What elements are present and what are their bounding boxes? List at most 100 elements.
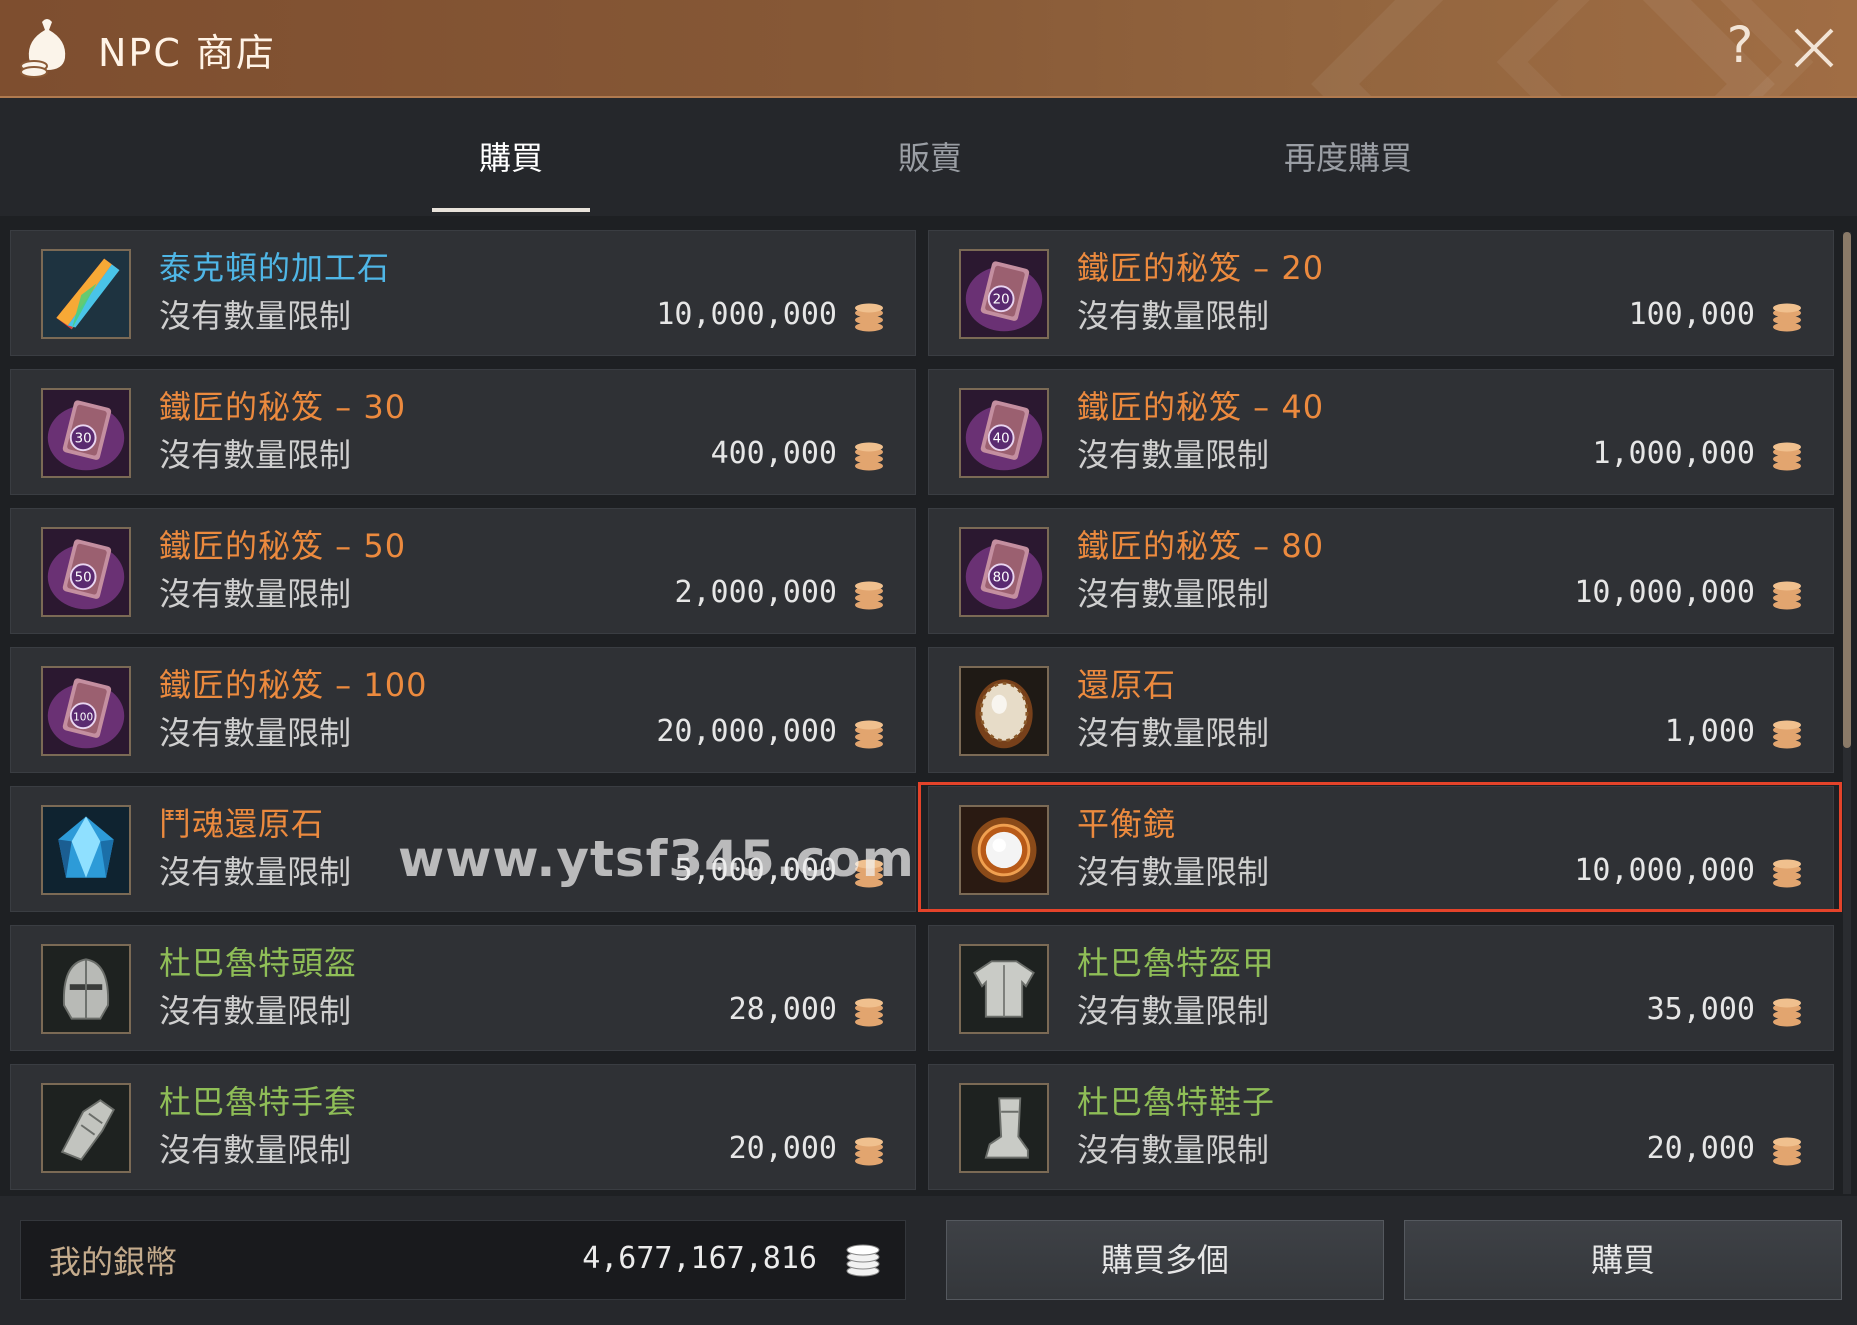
- silver-coin-icon: [1771, 442, 1803, 472]
- item-name: 杜巴魯特手套: [159, 1083, 358, 1121]
- item-price: 100,000: [1628, 297, 1755, 332]
- scrollbar-thumb[interactable]: [1843, 232, 1851, 748]
- close-button[interactable]: [1790, 24, 1838, 72]
- item-name: 鐵匠的秘笈 – 40: [1077, 388, 1325, 426]
- tab-rebuy[interactable]: 再度購買: [1248, 128, 1448, 188]
- item-price: 20,000: [728, 1131, 837, 1166]
- item-price: 10,000,000: [1574, 575, 1755, 610]
- item-quantity-limit: 沒有數量限制: [159, 436, 352, 474]
- item-quantity-limit: 沒有數量限制: [159, 1131, 352, 1169]
- blacksmith-book-icon: 50: [41, 527, 131, 617]
- title-bar: NPC 商店 ?: [0, 0, 1857, 98]
- buy-button[interactable]: 購買: [1404, 1220, 1842, 1300]
- item-price: 28,000: [728, 992, 837, 1027]
- shop-item[interactable]: 杜巴魯特手套 沒有數量限制 20,000: [10, 1064, 916, 1190]
- silver-coin-stack-icon: [843, 1239, 883, 1279]
- svg-text:50: 50: [75, 571, 92, 586]
- item-quantity-limit: 沒有數量限制: [1077, 575, 1270, 613]
- item-name: 杜巴魯特頭盔: [159, 944, 358, 982]
- close-icon: [1794, 28, 1834, 68]
- item-price: 10,000,000: [1574, 853, 1755, 888]
- item-quantity-limit: 沒有數量限制: [1077, 297, 1270, 335]
- rainbow-crystal-icon: [41, 249, 131, 339]
- svg-text:30: 30: [75, 432, 92, 447]
- shop-item[interactable]: 80 鐵匠的秘笈 – 80 沒有數量限制 10,000,000: [928, 508, 1834, 634]
- silver-coin-icon: [853, 720, 885, 750]
- buy-multiple-button[interactable]: 購買多個: [946, 1220, 1384, 1300]
- active-tab-indicator: [432, 208, 590, 212]
- footer-bar: 我的銀幣 4,677,167,816 購買多個 購買: [0, 1196, 1857, 1325]
- shop-item[interactable]: 平衡鏡沒有數量限制 10,000,000: [928, 786, 1834, 912]
- silver-coin-icon: [853, 442, 885, 472]
- tab-sell[interactable]: 販賣: [850, 128, 1010, 188]
- shop-item[interactable]: 20 鐵匠的秘笈 – 20 沒有數量限制 100,000: [928, 230, 1834, 356]
- blacksmith-book-icon: 100: [41, 666, 131, 756]
- item-name: 鐵匠的秘笈 – 100: [159, 666, 428, 704]
- armor-icon: [959, 944, 1049, 1034]
- silver-coin-icon: [853, 581, 885, 611]
- helmet-icon: [41, 944, 131, 1034]
- shop-item[interactable]: 50 鐵匠的秘笈 – 50 沒有數量限制 2,000,000: [10, 508, 916, 634]
- item-quantity-limit: 沒有數量限制: [159, 297, 352, 335]
- item-name: 鐵匠的秘笈 – 80: [1077, 527, 1325, 565]
- tab-buy[interactable]: 購買: [432, 128, 590, 188]
- blacksmith-book-icon: 20: [959, 249, 1049, 339]
- item-price: 1,000,000: [1592, 436, 1755, 471]
- silver-coin-icon: [1771, 303, 1803, 333]
- fighting-spirit-stone-icon: [41, 805, 131, 895]
- item-quantity-limit: 沒有數量限制: [159, 853, 352, 891]
- item-name: 泰克頓的加工石: [159, 249, 391, 287]
- silver-coin-icon: [853, 1137, 885, 1167]
- item-quantity-limit: 沒有數量限制: [159, 992, 352, 1030]
- item-list: 泰克頓的加工石 沒有數量限制 10,000,000 20 鐵匠的秘笈 – 20 沒有數量限…: [0, 216, 1857, 1196]
- shop-item[interactable]: 40 鐵匠的秘笈 – 40 沒有數量限制 1,000,000: [928, 369, 1834, 495]
- item-name: 鐵匠的秘笈 – 20: [1077, 249, 1325, 287]
- item-name: 平衡鏡: [1077, 805, 1177, 843]
- item-price: 1,000: [1664, 714, 1755, 749]
- balance-mirror-icon: [959, 805, 1049, 895]
- item-price: 2,000,000: [674, 575, 837, 610]
- shop-item[interactable]: 還原石沒有數量限制 1,000: [928, 647, 1834, 773]
- watermark-text: www.ytsf345.com: [398, 830, 915, 888]
- shop-item[interactable]: 杜巴魯特盔甲 沒有數量限制 35,000: [928, 925, 1834, 1051]
- item-price: 35,000: [1646, 992, 1755, 1027]
- shop-item[interactable]: 杜巴魯特頭盔 沒有數量限制 28,000: [10, 925, 916, 1051]
- title-bar-decoration-inner: [1496, 0, 1814, 96]
- restore-stone-icon: [959, 666, 1049, 756]
- item-price: 20,000: [1646, 1131, 1755, 1166]
- item-name: 杜巴魯特鞋子: [1077, 1083, 1276, 1121]
- blacksmith-book-icon: 40: [959, 388, 1049, 478]
- item-quantity-limit: 沒有數量限制: [1077, 714, 1270, 752]
- shop-item[interactable]: 杜巴魯特鞋子 沒有數量限制 20,000: [928, 1064, 1834, 1190]
- item-quantity-limit: 沒有數量限制: [1077, 992, 1270, 1030]
- svg-text:20: 20: [993, 293, 1010, 308]
- svg-text:40: 40: [993, 432, 1010, 447]
- blacksmith-book-icon: 30: [41, 388, 131, 478]
- wallet-panel: 我的銀幣 4,677,167,816: [20, 1220, 906, 1300]
- window-title: NPC 商店: [98, 31, 276, 75]
- silver-coin-icon: [1771, 859, 1803, 889]
- gauntlet-icon: [41, 1083, 131, 1173]
- help-button[interactable]: ?: [1718, 14, 1762, 76]
- silver-coin-icon: [1771, 1137, 1803, 1167]
- item-price: 400,000: [710, 436, 837, 471]
- item-name: 鐵匠的秘笈 – 30: [159, 388, 407, 426]
- silver-coin-icon: [1771, 720, 1803, 750]
- item-quantity-limit: 沒有數量限制: [159, 714, 352, 752]
- item-quantity-limit: 沒有數量限制: [1077, 436, 1270, 474]
- shop-item[interactable]: 100 鐵匠的秘笈 – 100 沒有數量限制 20,000,000: [10, 647, 916, 773]
- boots-icon: [959, 1083, 1049, 1173]
- item-name: 還原石: [1077, 666, 1177, 704]
- shop-item[interactable]: 泰克頓的加工石 沒有數量限制 10,000,000: [10, 230, 916, 356]
- shop-item[interactable]: 30 鐵匠的秘笈 – 30 沒有數量限制 400,000: [10, 369, 916, 495]
- item-name: 鬥魂還原石: [159, 805, 325, 843]
- item-quantity-limit: 沒有數量限制: [1077, 853, 1270, 891]
- item-name: 杜巴魯特盔甲: [1077, 944, 1276, 982]
- silver-coin-icon: [1771, 998, 1803, 1028]
- silver-coin-icon: [1771, 581, 1803, 611]
- silver-coin-icon: [853, 998, 885, 1028]
- item-price: 10,000,000: [656, 297, 837, 332]
- money-bag-icon: [18, 16, 76, 78]
- blacksmith-book-icon: 80: [959, 527, 1049, 617]
- wallet-balance: 4,677,167,816: [582, 1241, 817, 1276]
